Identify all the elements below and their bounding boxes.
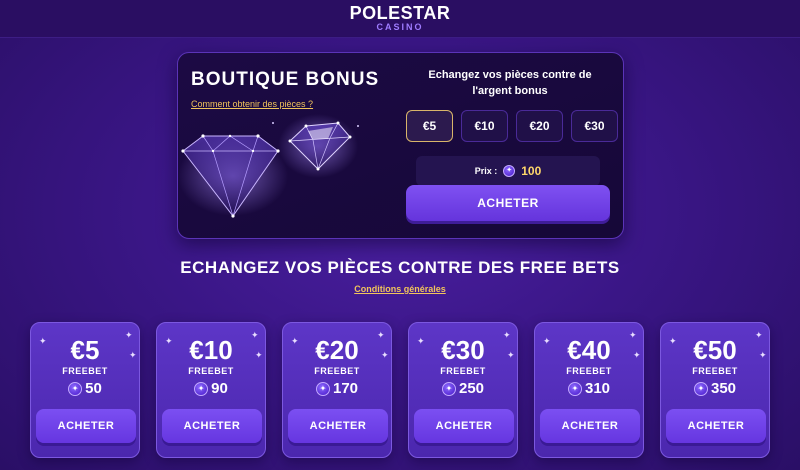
buy-freebet-button[interactable]: ACHETER xyxy=(36,409,136,443)
freebet-label: FREEBET xyxy=(314,366,360,376)
price-display: Prix : 100 xyxy=(416,156,600,186)
buy-freebet-button[interactable]: ACHETER xyxy=(162,409,262,443)
freebet-amount: €40 xyxy=(567,335,611,365)
buy-freebet-button[interactable]: ACHETER xyxy=(414,409,514,443)
freebet-label: FREEBET xyxy=(188,366,234,376)
freebet-price: 310 xyxy=(535,380,643,397)
freebet-label: FREEBET xyxy=(440,366,486,376)
price-label: Prix : xyxy=(474,166,498,176)
freebet-price: 90 xyxy=(157,380,265,397)
freebet-card: ✦ ✦ ✦ €40 FREEBET 310 ACHETER xyxy=(534,322,644,458)
freebet-card: ✦ ✦ ✦ €20 FREEBET 170 ACHETER xyxy=(282,322,392,458)
freebet-card: ✦ ✦ ✦ €30 FREEBET 250 ACHETER xyxy=(408,322,518,458)
freebet-price: 50 xyxy=(31,380,139,397)
amount-option-30[interactable]: €30 xyxy=(571,110,618,142)
coin-icon xyxy=(503,165,516,177)
freebet-card: ✦ ✦ ✦ €50 FREEBET 350 ACHETER xyxy=(660,322,770,458)
freebet-card: ✦ ✦ ✦ €10 FREEBET 90 ACHETER xyxy=(156,322,266,458)
freebet-label: FREEBET xyxy=(62,366,108,376)
coin-icon xyxy=(441,381,456,396)
coin-icon xyxy=(68,381,83,396)
freebet-amount: €30 xyxy=(441,335,485,365)
logo-main-text: POLESTAR xyxy=(349,3,451,23)
coin-icon xyxy=(693,381,708,396)
freebet-amount: €20 xyxy=(315,335,359,365)
freebet-price-value: 350 xyxy=(710,380,737,397)
freebet-price: 350 xyxy=(661,380,769,397)
freebets-section-title: ECHANGEZ VOS PIÈCES CONTRE DES FREE BETS xyxy=(180,258,620,277)
coin-icon xyxy=(315,381,330,396)
buy-freebet-button[interactable]: ACHETER xyxy=(288,409,388,443)
top-bar: POLESTAR CASINO xyxy=(0,0,800,38)
coin-icon xyxy=(194,381,209,396)
freebet-label: FREEBET xyxy=(566,366,612,376)
exchange-description: Echangez vos pièces contre de l'argent b… xyxy=(428,69,592,97)
freebet-amount: €5 xyxy=(70,335,100,365)
amount-option-5[interactable]: €5 xyxy=(406,110,453,142)
terms-conditions-link[interactable]: Conditions générales xyxy=(0,284,800,294)
buy-freebet-button[interactable]: ACHETER xyxy=(666,409,766,443)
freebet-price: 250 xyxy=(409,380,517,397)
freebet-amount: €10 xyxy=(189,335,233,365)
freebet-price-value: 90 xyxy=(211,380,228,397)
buy-bonus-button[interactable]: ACHETER xyxy=(406,185,610,221)
logo[interactable]: POLESTAR CASINO xyxy=(0,4,800,32)
amount-option-10[interactable]: €10 xyxy=(461,110,508,142)
how-to-get-coins-link[interactable]: Comment obtenir des pièces ? xyxy=(191,99,313,109)
boutique-bonus-panel: BOUTIQUE BONUS Comment obtenir des pièce… xyxy=(177,52,624,239)
coin-icon xyxy=(567,381,582,396)
freebet-card: ✦ ✦ ✦ €5 FREEBET 50 ACHETER xyxy=(30,322,140,458)
diamond-gems-icon xyxy=(178,114,359,218)
freebet-price-value: 170 xyxy=(332,380,359,397)
boutique-title: BOUTIQUE BONUS xyxy=(191,69,380,90)
buy-freebet-button[interactable]: ACHETER xyxy=(540,409,640,443)
freebet-label: FREEBET xyxy=(692,366,738,376)
freebet-amount: €50 xyxy=(693,335,737,365)
freebet-price-value: 310 xyxy=(584,380,611,397)
logo-sub-text: CASINO xyxy=(376,22,424,32)
price-value: 100 xyxy=(521,164,542,178)
amount-selector: €5 €10 €20 €30 xyxy=(406,110,618,142)
freebet-price-value: 250 xyxy=(458,380,485,397)
freebet-price-value: 50 xyxy=(85,380,102,397)
freebet-price: 170 xyxy=(283,380,391,397)
amount-option-20[interactable]: €20 xyxy=(516,110,563,142)
